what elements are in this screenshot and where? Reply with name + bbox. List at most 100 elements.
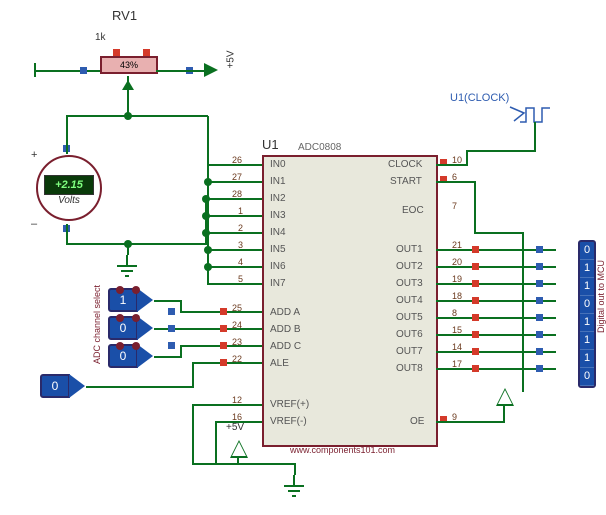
wire [66, 224, 68, 244]
wire [192, 362, 194, 388]
marker [472, 246, 479, 253]
probe-dot [132, 286, 140, 294]
pin-lead [247, 181, 262, 183]
pin-name: OUT8 [396, 363, 423, 374]
pin-lead [247, 283, 262, 285]
wire [436, 164, 468, 166]
marker [472, 297, 479, 304]
arrow-5v [204, 63, 218, 77]
wire [192, 404, 262, 406]
pin-lead [247, 266, 262, 268]
pin-name: VREF(-) [270, 416, 307, 427]
digital-out-bit: 0 [580, 242, 594, 260]
pin-name: IN7 [270, 278, 286, 289]
pin-name: IN3 [270, 210, 286, 221]
pin-name: IN6 [270, 261, 286, 272]
pin-num: 4 [238, 257, 243, 267]
wire [215, 421, 217, 463]
wire [294, 463, 296, 475]
wire [154, 300, 180, 302]
digital-out-bit: 1 [580, 332, 594, 350]
wire [66, 116, 68, 154]
digital-out-bit: 1 [580, 278, 594, 296]
digital-out-bit: 0 [580, 368, 594, 386]
pin-name: START [390, 176, 422, 187]
pin-name: ADD C [270, 341, 301, 352]
voltmeter-reading: +2.15 [44, 175, 94, 195]
marker [220, 359, 227, 366]
wire [466, 150, 468, 164]
marker [536, 263, 543, 270]
marker [220, 342, 227, 349]
pin-num: 26 [232, 155, 242, 165]
wire [215, 463, 295, 465]
pin-name: OUT3 [396, 278, 423, 289]
probe-dot [116, 286, 124, 294]
wire [474, 232, 522, 234]
arrow-outline [496, 388, 514, 406]
voltmeter: +2.15 Volts [36, 155, 102, 221]
clock-gen-label: U1(CLOCK) [450, 92, 509, 104]
chip-footer: www.components101.com [290, 445, 395, 455]
chip-part: ADC0808 [298, 142, 341, 153]
pin-name: OUT1 [396, 244, 423, 255]
pin-lead [247, 164, 262, 166]
pin-name: OUT7 [396, 346, 423, 357]
wire [192, 404, 194, 464]
marker [536, 348, 543, 355]
wire [128, 115, 208, 117]
arrow-outline-5v [230, 440, 248, 458]
marker [168, 308, 175, 315]
marker [80, 67, 87, 74]
pin-name: OUT2 [396, 261, 423, 272]
pin-name: IN1 [270, 176, 286, 187]
wire [522, 232, 524, 392]
clock-arrow-icon [508, 105, 526, 123]
marker [472, 331, 479, 338]
pin-name: IN0 [270, 159, 286, 170]
pin-lead [247, 232, 262, 234]
wire [86, 386, 192, 388]
rail-5v-bottom: +5V [226, 422, 244, 433]
voltmeter-plus: + [31, 149, 37, 161]
potentiometer[interactable]: 43% [100, 56, 158, 74]
wire [34, 63, 36, 77]
marker [472, 263, 479, 270]
wire [156, 70, 204, 72]
probe-dot [132, 314, 140, 322]
marker [472, 314, 479, 321]
pin-name: IN5 [270, 244, 286, 255]
logic-state-addc[interactable]: 0 [108, 346, 153, 366]
digital-out-bit: 1 [580, 314, 594, 332]
digital-out-bit: 1 [580, 350, 594, 368]
marker [536, 246, 543, 253]
wire [215, 421, 262, 423]
pin-name: OE [410, 416, 424, 427]
wire [207, 116, 209, 165]
marker [536, 314, 543, 321]
wire [207, 165, 209, 285]
wire [474, 181, 476, 233]
clock-icon [520, 104, 570, 129]
logic-state-ale[interactable]: 0 [40, 376, 85, 396]
marker [472, 365, 479, 372]
pot-ref: RV1 [112, 8, 137, 23]
pin-name: IN4 [270, 227, 286, 238]
pin-num: 28 [232, 189, 242, 199]
pin-lead [247, 198, 262, 200]
digital-out-block[interactable]: 0 1 1 0 1 1 1 0 [578, 240, 596, 388]
marker [536, 331, 543, 338]
wire [192, 362, 262, 364]
pin-name: VREF(+) [270, 399, 309, 410]
voltmeter-minus: – [31, 218, 37, 230]
pin-name: ADD A [270, 307, 300, 318]
pin-name: EOC [402, 205, 424, 216]
logic-state-addb[interactable]: 0 [108, 318, 153, 338]
wire [66, 243, 128, 245]
marker [472, 348, 479, 355]
voltmeter-unit: Volts [38, 195, 100, 206]
probe-dot [116, 314, 124, 322]
wire [466, 150, 536, 152]
marker [536, 280, 543, 287]
logic-state-adda[interactable]: 1 [108, 290, 153, 310]
